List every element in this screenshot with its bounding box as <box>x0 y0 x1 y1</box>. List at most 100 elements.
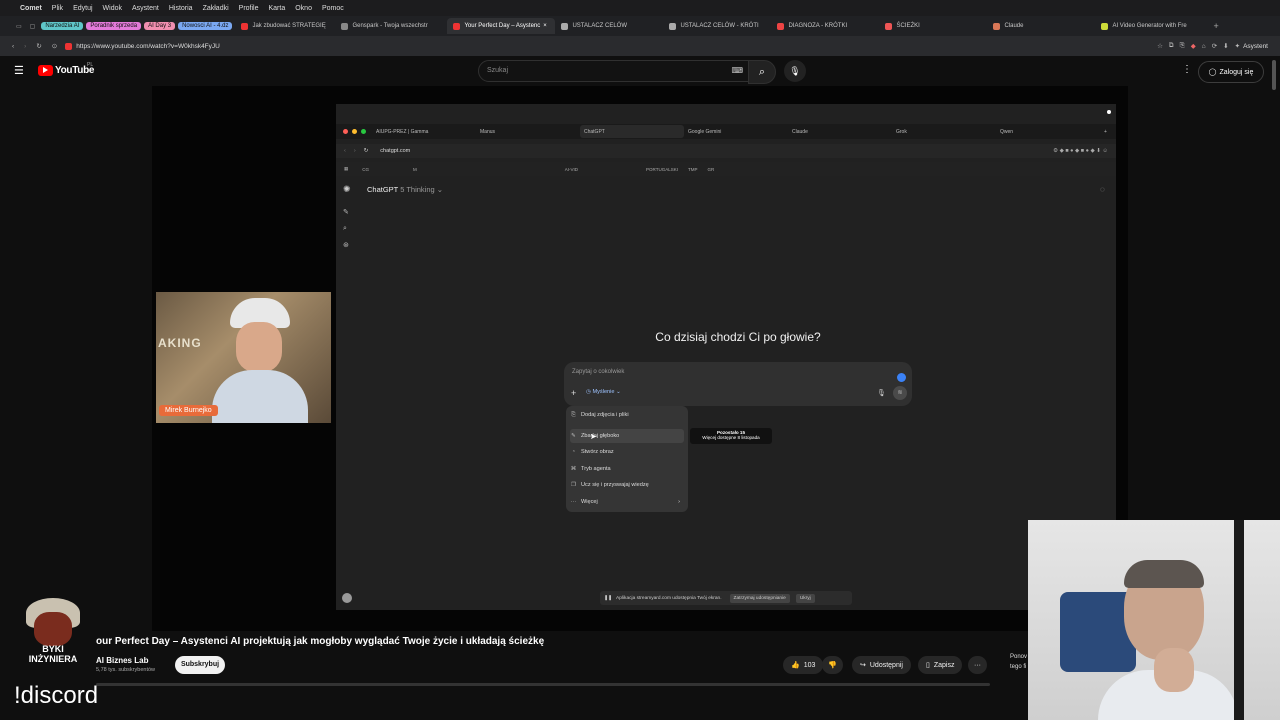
menubar-item-profile[interactable]: Profile <box>239 5 259 12</box>
extension-icon[interactable]: ◆ <box>1191 42 1196 50</box>
search-button[interactable]: ⌕ <box>748 60 776 84</box>
bookmark-item[interactable]: PORTUGALSKI <box>646 167 678 172</box>
menubar-item-edytuj[interactable]: Edytuj <box>73 5 92 12</box>
menu-item-deep-research[interactable]: ✎ Zbadaj głęboko <box>570 429 684 443</box>
hamburger-menu-icon[interactable]: ☰ <box>14 64 24 77</box>
dislike-button[interactable]: 👎 <box>822 656 843 674</box>
tab-group-chip-poradnik[interactable]: Poradnik sprzeda <box>86 22 142 30</box>
browser-tab[interactable]: AI Video Generator with Fre <box>1095 18 1207 34</box>
extension-icon[interactable]: ⌂ <box>1202 43 1206 50</box>
menubar-item-plik[interactable]: Plik <box>52 5 63 12</box>
inner-extensions-icon[interactable]: ⚙ ◆ ■ ● ◆ ■ ● ◆ ⬇ ☺ <box>1053 148 1108 154</box>
stop-sharing-button[interactable]: Zatrzymaj udostępnianie <box>729 593 790 603</box>
assistant-icon[interactable]: ✦ <box>1235 42 1240 50</box>
model-selector[interactable]: ChatGPT 5 Thinking ⌄ <box>367 185 443 194</box>
prompt-input[interactable]: Zapytaj o cokolwiek <box>572 369 624 375</box>
menubar-item-widok[interactable]: Widok <box>103 5 122 12</box>
inner-tab[interactable]: Manus <box>476 125 580 138</box>
share-button[interactable]: ↪ Udostępnij <box>852 656 911 674</box>
reload-icon[interactable]: ↻ <box>36 42 41 50</box>
bookmark-item[interactable]: CG <box>362 167 369 172</box>
bookmark-item[interactable]: AI-VID <box>565 167 578 172</box>
temporary-chat-icon[interactable]: ◌ <box>1100 185 1105 194</box>
like-button[interactable]: 👍 103 <box>783 656 824 674</box>
tab-group-icon[interactable]: ▢ <box>30 23 36 30</box>
bookmark-item[interactable]: GR <box>707 167 714 172</box>
inner-tab[interactable]: Grok <box>892 125 996 138</box>
extension-icon[interactable]: ⬇ <box>1223 42 1228 50</box>
bookmark-star-icon[interactable]: ☆ <box>1157 42 1163 50</box>
voice-mode-button[interactable]: ≋ <box>893 386 907 400</box>
menubar-item-asystent[interactable]: Asystent <box>132 5 159 12</box>
inner-url-field[interactable]: chatgpt.com <box>380 148 410 154</box>
browser-tab[interactable]: DIAGNOZA - KRÓTKI <box>771 18 879 34</box>
extension-icon[interactable]: ⟳ <box>1212 42 1217 50</box>
apps-grid-icon[interactable]: ▦ <box>344 166 348 172</box>
browser-tab[interactable]: Genspark - Twoja wszechstr <box>335 18 447 34</box>
menu-item-more[interactable]: ··· Więcej › <box>570 495 684 509</box>
more-actions-button[interactable]: ··· <box>968 656 987 674</box>
bookmark-item[interactable]: M <box>413 167 417 172</box>
bookmark-item[interactable]: TMP <box>688 167 698 172</box>
menu-item-study-learn[interactable]: ❐ Ucz się i przyswajaj wiedzę <box>570 478 684 492</box>
search-input[interactable]: Szukaj ⌨ <box>478 60 750 82</box>
menubar-app-name[interactable]: Comet <box>20 5 42 12</box>
url-field[interactable]: https://www.youtube.com/watch?v=W0khsk4F… <box>76 43 220 50</box>
window-min-dot[interactable] <box>352 129 357 134</box>
menubar-item-zakladki[interactable]: Zakładki <box>203 5 229 12</box>
dictate-microphone-icon[interactable]: 🎙 <box>877 389 886 397</box>
inner-tab[interactable]: Google Gemini <box>684 125 788 138</box>
hide-share-bar-button[interactable]: Ukryj <box>795 593 815 603</box>
inner-back-icon[interactable]: ‹ <box>344 148 346 154</box>
window-close-dot[interactable] <box>343 129 348 134</box>
subscribe-button[interactable]: Subskrybuj <box>175 656 225 674</box>
menubar-item-okno[interactable]: Okno <box>295 5 312 12</box>
tab-group-chip-nowosci[interactable]: Nowosci AI - 4.dz <box>178 22 233 30</box>
search-chats-icon[interactable]: ⌕ <box>343 225 347 233</box>
prompt-composer[interactable]: Zapytaj o cokolwiek + ◷ Myślenie ⌄ 🎙 ≋ <box>564 362 912 406</box>
add-attachment-icon[interactable]: + <box>571 388 576 398</box>
close-tab-icon[interactable]: × <box>543 23 547 29</box>
library-icon[interactable]: ⊛ <box>343 241 349 249</box>
forward-icon[interactable]: › <box>24 43 26 50</box>
extension-icon[interactable]: ⧉ <box>1169 42 1174 50</box>
inner-tab[interactable]: Qwen <box>996 125 1100 138</box>
inner-tab-active[interactable]: ChatGPT <box>580 125 684 138</box>
keyboard-icon[interactable]: ⌨ <box>731 66 743 75</box>
browser-tab[interactable]: Claude <box>987 18 1095 34</box>
tab-group-chip-narzedzia[interactable]: Narzedzia AI <box>41 22 84 30</box>
new-tab-button[interactable]: + <box>1213 21 1218 31</box>
new-chat-icon[interactable]: ✎ <box>343 208 349 216</box>
site-info-icon[interactable]: ⊙ <box>52 42 57 50</box>
inner-new-tab-icon[interactable]: + <box>1104 129 1107 135</box>
menu-item-create-image[interactable]: ◔ Stwórz obraz <box>570 445 684 459</box>
browser-tab[interactable]: USTALACZ CELÓW - KRÓTI <box>663 18 771 34</box>
thinking-mode-chip[interactable]: ◷ Myślenie ⌄ <box>586 389 621 395</box>
inner-tab[interactable]: AIUPG-PREZ | Gamma <box>372 125 476 138</box>
save-button[interactable]: ▯ Zapisz <box>918 656 963 674</box>
inner-reload-icon[interactable]: ↻ <box>364 148 369 154</box>
menubar-item-pomoc[interactable]: Pomoc <box>322 5 344 12</box>
inner-forward-icon[interactable]: › <box>354 148 356 154</box>
browser-tab[interactable]: USTALACZ CELÓW <box>555 18 663 34</box>
assistant-button[interactable]: Asystent <box>1243 43 1268 50</box>
back-icon[interactable]: ‹ <box>12 43 14 50</box>
openai-logo-icon[interactable]: ✺ <box>343 184 351 195</box>
sidebar-toggle-icon[interactable]: ▭ <box>16 23 22 30</box>
channel-name[interactable]: AI Biznes Lab <box>96 656 148 665</box>
user-avatar-icon[interactable] <box>342 593 352 603</box>
page-scrollbar[interactable] <box>1272 60 1276 90</box>
browser-tab[interactable]: Jak zbudować STRATEGIĘ <box>235 18 335 34</box>
inner-tab[interactable]: Claude <box>788 125 892 138</box>
tab-group-chip-ai-day[interactable]: AI Day 3 <box>144 22 176 30</box>
sign-in-button[interactable]: ◯ Zaloguj się <box>1198 61 1264 83</box>
channel-logo[interactable]: BYKI INŻYNIERA <box>20 598 86 674</box>
bottom-scrollbar[interactable] <box>96 683 990 686</box>
browser-tab-active[interactable]: Your Perfect Day – Asystenc × <box>447 18 556 34</box>
settings-more-icon[interactable]: ⋮ <box>1182 64 1192 75</box>
extension-icon[interactable]: ⎘ <box>1180 42 1185 50</box>
menu-item-agent-mode[interactable]: ⌘ Tryb agenta <box>570 462 684 476</box>
browser-tab[interactable]: ŚCIEŻKI <box>879 18 987 34</box>
menubar-item-karta[interactable]: Karta <box>269 5 286 12</box>
menu-item-add-photos-files[interactable]: ⎘ Dodaj zdjęcia i pliki <box>570 408 684 422</box>
